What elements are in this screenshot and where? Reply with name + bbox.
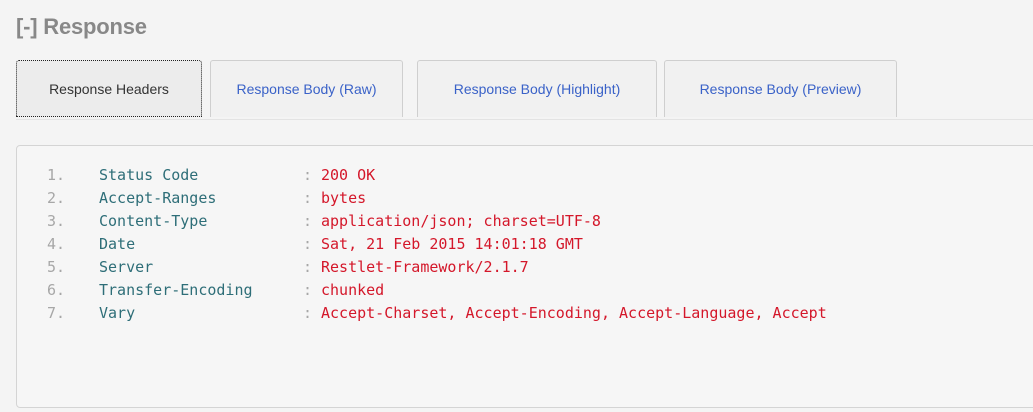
tab-baseline-divider [16, 119, 1033, 120]
header-separator: : [303, 281, 313, 299]
tab-response-body-preview[interactable]: Response Body (Preview) [664, 60, 897, 117]
header-separator: : [303, 189, 313, 207]
tab-response-body-raw[interactable]: Response Body (Raw) [210, 60, 403, 117]
header-separator: : [303, 258, 313, 276]
header-name: Server [99, 258, 154, 276]
header-value: bytes [321, 189, 367, 207]
header-name: Status Code [99, 166, 199, 184]
header-name: Accept-Ranges [99, 189, 217, 207]
header-name: Content-Type [99, 212, 208, 230]
header-row: 4. Date : Sat, 21 Feb 2015 14:01:18 GMT [47, 233, 827, 256]
headers-list: 1. Status Code : 200 OK 2. Accept-Ranges… [47, 164, 827, 325]
line-number: 4. [47, 235, 66, 253]
line-number: 2. [47, 189, 66, 207]
header-value: Sat, 21 Feb 2015 14:01:18 GMT [321, 235, 583, 253]
tab-response-headers[interactable]: Response Headers [16, 60, 202, 117]
line-number: 3. [47, 212, 66, 230]
tab-response-body-highlight[interactable]: Response Body (Highlight) [417, 60, 657, 117]
header-row: 3. Content-Type : application/json; char… [47, 210, 827, 233]
header-name: Date [99, 235, 136, 253]
header-separator: : [303, 235, 313, 253]
header-value: application/json; charset=UTF-8 [321, 212, 601, 230]
header-row: 7. Vary : Accept-Charset, Accept-Encodin… [47, 302, 827, 325]
header-value: 200 OK [321, 166, 376, 184]
header-row: 1. Status Code : 200 OK [47, 164, 827, 187]
header-name: Transfer-Encoding [99, 281, 253, 299]
header-row: 5. Server : Restlet-Framework/2.1.7 [47, 256, 827, 279]
header-name: Vary [99, 304, 136, 322]
header-separator: : [303, 304, 313, 322]
response-tabs: Response Headers Response Body (Raw) Res… [16, 60, 1033, 120]
response-section-toggle[interactable]: [-] Response [16, 14, 147, 40]
header-row: 6. Transfer-Encoding : chunked [47, 279, 827, 302]
line-number: 6. [47, 281, 66, 299]
line-number: 1. [47, 166, 66, 184]
header-separator: : [303, 212, 313, 230]
header-row: 2. Accept-Ranges : bytes [47, 187, 827, 210]
header-value: Restlet-Framework/2.1.7 [321, 258, 529, 276]
response-headers-panel: 1. Status Code : 200 OK 2. Accept-Ranges… [16, 145, 1033, 408]
header-value: Accept-Charset, Accept-Encoding, Accept-… [321, 304, 827, 322]
header-separator: : [303, 166, 313, 184]
line-number: 5. [47, 258, 66, 276]
header-value: chunked [321, 281, 385, 299]
line-number: 7. [47, 304, 66, 322]
